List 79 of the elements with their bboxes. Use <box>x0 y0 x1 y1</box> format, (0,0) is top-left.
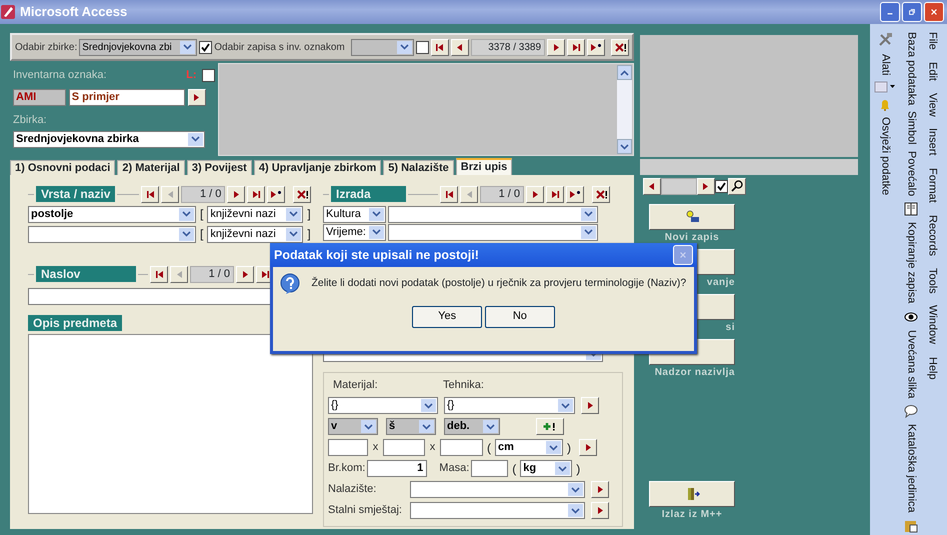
window-title: Microsoft Access <box>20 3 128 22</box>
section-header: Opis predmeta <box>28 315 122 331</box>
record-counter: 3378 / 3389 <box>470 38 546 56</box>
tab[interactable]: 4) Upravljanje zbirkom <box>254 160 382 175</box>
material-label: Materijal: <box>332 378 379 393</box>
dialog-button[interactable]: No <box>484 306 555 328</box>
material-combo[interactable]: {} <box>328 397 438 414</box>
menu-item[interactable]: Edit <box>924 62 940 81</box>
section-header: Vrsta / naziv <box>36 186 116 202</box>
menu-item[interactable]: Records <box>924 214 940 256</box>
toolbar-button[interactable]: Uvećana slika <box>902 330 920 398</box>
button-label: Izlaz iz M++ <box>660 508 724 521</box>
period-combo[interactable]: Vrijeme: <box>323 224 386 240</box>
bracket-text: ] <box>306 206 312 223</box>
menu-item[interactable]: Format <box>924 168 940 203</box>
collection-label: Odabir zbirke: <box>15 40 78 54</box>
record-counter: 1 / 0 <box>480 186 524 202</box>
bracket-text: [ <box>199 226 204 243</box>
technique-combo[interactable]: {} <box>444 397 575 414</box>
tab[interactable]: 2) Materijal <box>117 160 185 175</box>
times-sign: x <box>372 440 380 456</box>
count-field[interactable]: 1 <box>367 460 428 477</box>
button-label: vanje <box>706 276 735 289</box>
toolbar-button[interactable]: Baza podataka <box>902 32 920 106</box>
record-counter: 1 / 0 <box>190 266 234 282</box>
bracket-text: [ <box>199 206 204 223</box>
technique-label: Tehnika: <box>443 378 484 393</box>
lock-label: L: <box>186 68 196 83</box>
dimension-combo[interactable]: š <box>386 418 436 435</box>
menu-item[interactable]: Window <box>924 305 940 344</box>
tab[interactable]: 5) Nalazište <box>383 160 454 175</box>
dialog-title: Podatak koji ste upisali ne postoji! <box>274 246 479 264</box>
button-label: si <box>726 320 735 334</box>
collection-label: Zbirka: <box>13 112 48 128</box>
dialog-button[interactable]: Yes <box>412 306 482 328</box>
tab[interactable]: Brzi upis <box>456 158 512 175</box>
tools-menu[interactable]: Alati <box>876 54 894 76</box>
site-label: Nalazište: <box>328 482 378 498</box>
name-type-combo[interactable]: književni nazi <box>207 226 304 242</box>
menu-item[interactable]: Tools <box>924 268 940 294</box>
unit-combo[interactable]: cm <box>495 439 563 456</box>
inventory-label: Odabir zapisa s inv. oznakom <box>214 40 345 54</box>
name-combo[interactable]: postolje <box>28 206 196 222</box>
collection-select[interactable]: Srednjovjekovna zbi <box>79 38 198 56</box>
toolbar-button[interactable]: Kopiranje zapisa <box>902 222 920 304</box>
dialog-message: Želite li dodati novi podatak (postolje) u rječnik za provjeru terminologije (Naziv)? <box>312 276 686 291</box>
section-header: Izrada <box>331 186 406 202</box>
record-counter: 1 / 0 <box>181 186 226 202</box>
prefix-field[interactable]: AMI <box>13 89 66 106</box>
toolbar-button[interactable]: Kataloška jedinica <box>902 424 920 513</box>
inventory-number-label: Inventarna oznaka: <box>13 68 107 83</box>
menu-item[interactable]: Help <box>924 356 940 380</box>
button-label: Nadzor nazivlja <box>654 366 735 379</box>
mass-label: Masa: <box>439 461 470 476</box>
count-label: Br.kom: <box>328 461 366 476</box>
dimension-combo[interactable]: v <box>328 418 378 435</box>
name-type-combo[interactable]: književni nazi <box>207 206 304 222</box>
collection-combo[interactable]: Srednjovjekovna zbirka <box>13 130 205 148</box>
times-sign: x <box>428 440 436 456</box>
bracket-text: ) <box>575 460 582 478</box>
culture-combo[interactable]: Kultura <box>323 206 386 222</box>
unit-combo[interactable]: kg <box>520 460 572 477</box>
menu-item[interactable]: View <box>924 92 940 116</box>
bracket-text: ) <box>566 440 572 456</box>
section-header: Naslov <box>36 266 136 282</box>
bracket-text: ( <box>511 460 518 478</box>
bracket-text: ( <box>486 440 492 456</box>
tab[interactable]: 1) Osnovni podaci <box>10 160 116 175</box>
refresh-button[interactable]: Osvježi podatke <box>876 117 894 196</box>
dimension-combo[interactable]: deb. <box>444 418 500 435</box>
bracket-text: ] <box>306 226 312 243</box>
inventory-number-field[interactable]: S primjer <box>68 89 185 106</box>
storage-label: Stalni smještaj: <box>328 503 403 518</box>
toolbar-button[interactable]: Povećalo <box>902 151 920 196</box>
menu-item[interactable]: Insert <box>924 128 940 156</box>
toolbar-button[interactable]: Simbol <box>902 111 920 146</box>
tab[interactable]: 3) Povijest <box>186 160 252 175</box>
menu-item[interactable]: File <box>924 32 940 50</box>
button-label: Novi zapis <box>664 230 720 244</box>
